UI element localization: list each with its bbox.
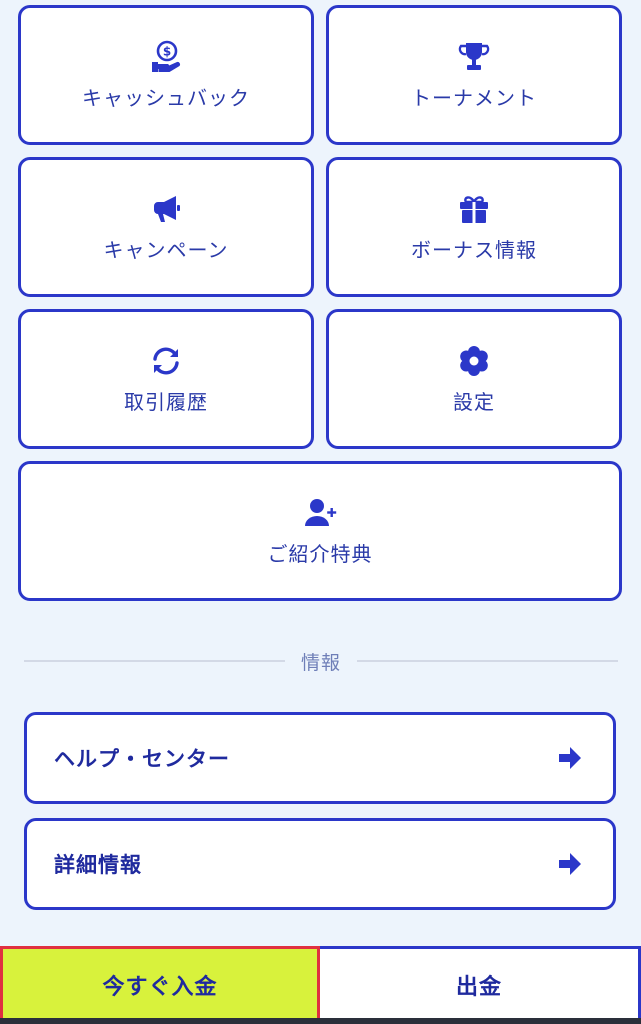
tile-label: キャンペーン — [103, 237, 229, 262]
tile-label: 取引履歴 — [124, 389, 208, 414]
bottom-edge — [0, 1018, 641, 1024]
help-center-link[interactable]: ヘルプ・センター — [24, 712, 616, 804]
refresh-icon — [149, 344, 183, 378]
trophy-icon — [457, 40, 491, 74]
tile-cashback[interactable]: $ キャッシュバック — [18, 5, 314, 145]
arrow-right-icon — [557, 851, 583, 877]
divider-line — [357, 660, 619, 662]
withdraw-button[interactable]: 出金 — [320, 946, 641, 1024]
svg-text:$: $ — [163, 44, 171, 58]
tile-label: ご紹介特典 — [267, 541, 373, 566]
arrow-right-icon — [557, 745, 583, 771]
tile-transaction-history[interactable]: 取引履歴 — [18, 309, 314, 449]
add-user-icon — [303, 496, 337, 530]
bottom-action-bar: 今すぐ入金 出金 — [0, 946, 641, 1024]
details-link[interactable]: 詳細情報 — [24, 818, 616, 910]
info-section-divider: 情報 — [24, 648, 619, 674]
account-menu-page: $ キャッシュバック トーナメント キャンペーン ボーナス情報 取引履歴 設定 … — [0, 0, 641, 1024]
tile-referral-bonus[interactable]: ご紹介特典 — [18, 461, 622, 601]
deposit-now-button[interactable]: 今すぐ入金 — [0, 946, 320, 1024]
megaphone-icon — [149, 192, 183, 226]
tile-label: ボーナス情報 — [411, 237, 537, 262]
tile-tournament[interactable]: トーナメント — [326, 5, 622, 145]
gear-icon — [457, 344, 491, 378]
tile-settings[interactable]: 設定 — [326, 309, 622, 449]
help-center-label: ヘルプ・センター — [54, 747, 230, 771]
tile-campaign[interactable]: キャンペーン — [18, 157, 314, 297]
tile-label: トーナメント — [411, 85, 537, 110]
tile-label: 設定 — [453, 389, 495, 414]
divider-line — [24, 660, 285, 662]
tile-label: キャッシュバック — [82, 85, 250, 110]
cashback-icon: $ — [149, 40, 183, 74]
tile-bonus-info[interactable]: ボーナス情報 — [326, 157, 622, 297]
gift-icon — [457, 192, 491, 226]
details-label: 詳細情報 — [54, 853, 142, 877]
info-section-title: 情報 — [301, 651, 342, 674]
